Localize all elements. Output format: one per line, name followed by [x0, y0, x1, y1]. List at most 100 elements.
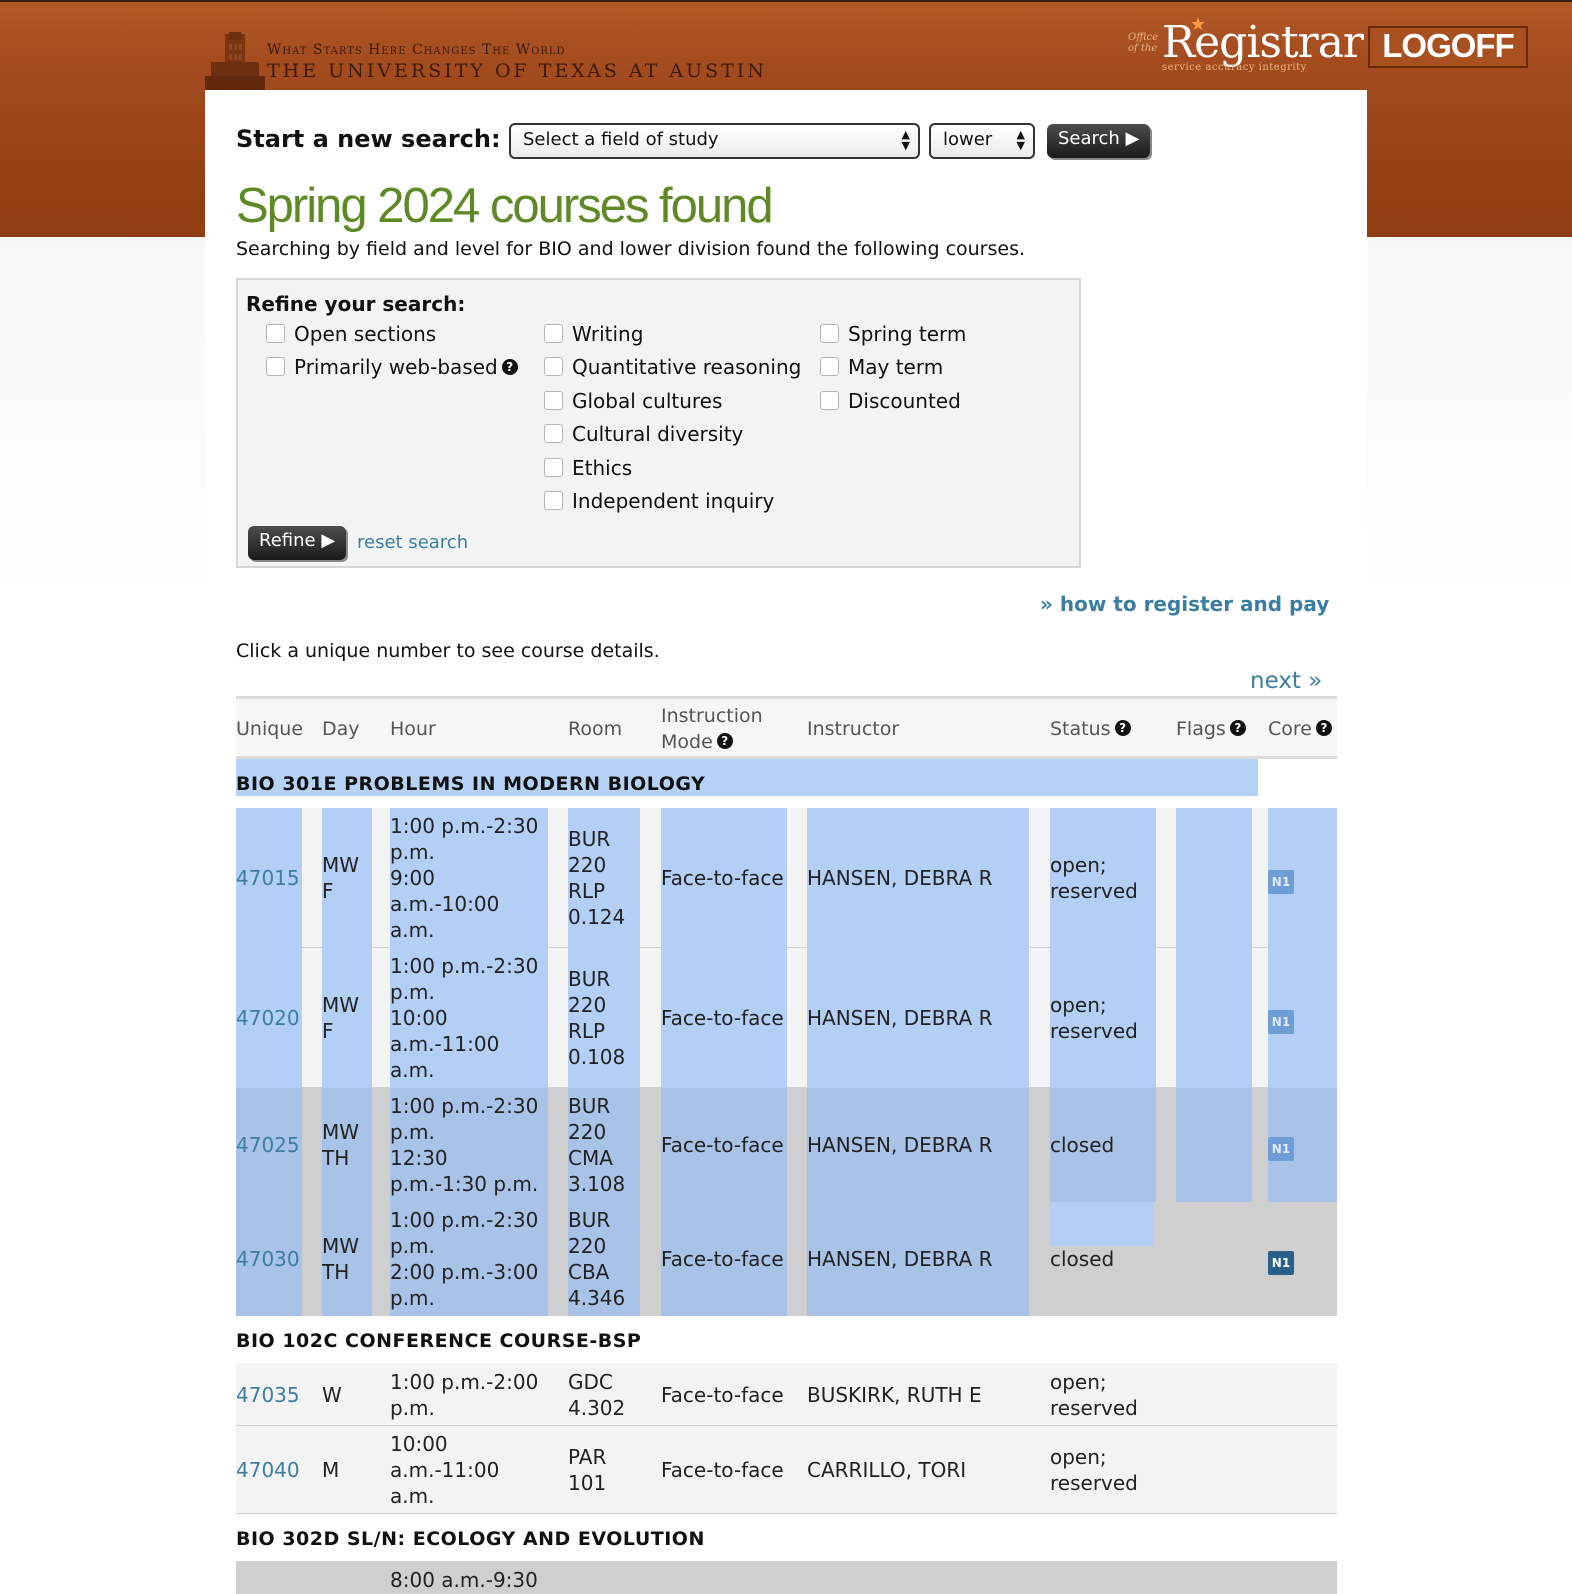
checkbox-web-based[interactable]: Primarily web-based?	[266, 355, 518, 381]
checkbox-label: Independent inquiry	[572, 489, 775, 513]
cell-mode: Face-to-face	[661, 1133, 784, 1157]
help-icon[interactable]: ?	[501, 358, 518, 375]
checkbox-open-sections[interactable]: Open sections	[266, 322, 436, 348]
checkbox-writing[interactable]: Writing	[544, 322, 643, 348]
cell-instructor: HANSEN, DEBRA R	[807, 866, 993, 890]
checkbox[interactable]	[820, 391, 839, 410]
refine-button[interactable]: Refine ▶	[248, 526, 347, 560]
checkbox[interactable]	[544, 324, 563, 343]
cell-status: open; reserved	[1050, 1445, 1138, 1495]
cell-day: W	[322, 1383, 342, 1407]
checkbox[interactable]	[820, 357, 839, 376]
cell-mode: Face-to-face	[661, 1006, 784, 1030]
course-title: BIO 301E PROBLEMS IN MODERN BIOLOGY	[236, 759, 1337, 808]
checkbox[interactable]	[266, 357, 285, 376]
reset-search-link[interactable]: reset search	[357, 532, 468, 553]
help-icon[interactable]: ?	[1315, 719, 1332, 736]
unique-number-link[interactable]: 47030	[236, 1247, 300, 1271]
checkbox-label: Discounted	[848, 389, 961, 413]
search-bar: Start a new search: Select a field of st…	[236, 123, 1336, 159]
checkbox[interactable]	[544, 458, 563, 477]
checkbox-label: Primarily web-based	[294, 355, 498, 379]
checkbox-label: May term	[848, 355, 944, 379]
how-to-register-link[interactable]: » how to register and pay	[1040, 592, 1329, 616]
cell-unique[interactable]: 47035	[236, 1382, 302, 1408]
help-icon[interactable]: ?	[1229, 719, 1246, 736]
checkbox-discounted[interactable]: Discounted	[820, 389, 961, 415]
core-badge[interactable]: N1	[1268, 1010, 1294, 1034]
checkbox-global-cultures[interactable]: Global cultures	[544, 389, 722, 415]
field-of-study-select[interactable]: Select a field of study ▲ ▼	[509, 123, 920, 159]
cell-unique[interactable]: 47030	[236, 1246, 302, 1272]
cell-unique[interactable]: 47025	[236, 1132, 302, 1158]
checkbox[interactable]	[544, 357, 563, 376]
search-button[interactable]: Search ▶	[1047, 124, 1151, 158]
cell-mode: Face-to-face	[661, 1383, 784, 1407]
help-icon[interactable]: ?	[1114, 719, 1131, 736]
checkbox[interactable]	[266, 324, 285, 343]
ut-logo[interactable]: What Starts Here Changes The World THE U…	[205, 32, 764, 92]
unique-number-link[interactable]: 47015	[236, 866, 300, 890]
registrar-subtitle: service accuracy integrity	[1162, 62, 1307, 73]
unique-number-link[interactable]: 47025	[236, 1133, 300, 1157]
core-badge[interactable]: N1	[1268, 1251, 1294, 1275]
cell-unique[interactable]: 47020	[236, 1005, 302, 1031]
cell-unique[interactable]: 47015	[236, 865, 302, 891]
selection-highlight	[1050, 1202, 1154, 1246]
course-title: BIO 302D SL/N: ECOLOGY AND EVOLUTION	[236, 1514, 1337, 1561]
checkbox-spring-term[interactable]: Spring term	[820, 322, 966, 348]
level-select-value: lower	[943, 129, 993, 150]
header-status-label: Status	[1050, 718, 1111, 740]
search-label: Start a new search:	[236, 125, 501, 153]
cell-hour: 1:00 p.m.-2:00 p.m.	[390, 1370, 539, 1420]
cell-unique[interactable]: 47040	[236, 1457, 302, 1483]
cell-hour: 1:00 p.m.-2:30 p.m. 9:00 a.m.-10:00 a.m.	[390, 814, 539, 942]
checkbox-may-term[interactable]: May term	[820, 355, 943, 381]
checkbox-ethics[interactable]: Ethics	[544, 456, 632, 482]
cell-room: BUR 220 RLP 0.124	[568, 827, 626, 929]
unique-number-link[interactable]: 47035	[236, 1383, 300, 1407]
tower-icon	[205, 32, 265, 92]
results-table: Unique Day Hour Room Instruction Mode? I…	[236, 696, 1337, 1594]
checkbox-label: Open sections	[294, 322, 437, 346]
checkbox-quantitative[interactable]: Quantitative reasoning	[544, 355, 801, 381]
checkbox-label: Writing	[572, 322, 644, 346]
course-title-text: BIO 302D SL/N: ECOLOGY AND EVOLUTION	[236, 1528, 705, 1550]
selection-highlight	[1176, 1088, 1252, 1202]
header-mode-line2: Mode	[661, 731, 713, 753]
table-row: 47035 W 1:00 p.m.-2:00 p.m. GDC 4.302 Face-t…	[236, 1363, 1337, 1426]
next-page-link[interactable]: next »	[1250, 668, 1322, 694]
ut-tagline: What Starts Here Changes The World	[267, 42, 566, 58]
cell-day: MW TH	[322, 1120, 360, 1170]
selection-highlight	[1176, 948, 1252, 1088]
checkbox[interactable]	[820, 324, 839, 343]
checkbox[interactable]	[544, 491, 563, 510]
course-title-text: BIO 102C CONFERENCE COURSE-BSP	[236, 1330, 642, 1352]
checkbox[interactable]	[544, 424, 563, 443]
checkbox-label: Quantitative reasoning	[572, 355, 802, 379]
cell-day: MW F	[322, 993, 360, 1043]
core-badge[interactable]: N1	[1268, 1137, 1294, 1161]
help-icon[interactable]: ?	[716, 732, 733, 749]
cell-hour: 8:00 a.m.-9:30	[390, 1568, 538, 1592]
header-instruction-mode: Instruction Mode?	[661, 703, 763, 760]
checkbox-label: Global cultures	[572, 389, 723, 413]
cell-day: MW F	[322, 853, 360, 903]
registrar-logo[interactable]: Office of the ★ Registrar service accura…	[1128, 14, 1364, 76]
cell-status: closed	[1050, 1247, 1115, 1271]
unique-number-link[interactable]: 47040	[236, 1458, 300, 1482]
course-title: BIO 102C CONFERENCE COURSE-BSP	[236, 1316, 1337, 1363]
unique-number-link[interactable]: 47020	[236, 1006, 300, 1030]
core-badge[interactable]: N1	[1268, 870, 1294, 894]
registrar-wordmark: Registrar	[1162, 17, 1364, 68]
level-select[interactable]: lower ▲ ▼	[929, 123, 1035, 159]
cell-status: open; reserved	[1050, 853, 1138, 903]
checkbox-cultural-diversity[interactable]: Cultural diversity	[544, 422, 743, 448]
checkbox-label: Spring term	[848, 322, 967, 346]
logoff-button[interactable]: LOGOFF	[1368, 26, 1528, 68]
checkbox[interactable]	[544, 391, 563, 410]
cell-room: BUR 220 CBA 4.346	[568, 1208, 626, 1310]
cell-room: GDC 4.302	[568, 1370, 626, 1420]
checkbox-independent-inquiry[interactable]: Independent inquiry	[544, 489, 774, 515]
banner-top-line	[0, 0, 1572, 2]
